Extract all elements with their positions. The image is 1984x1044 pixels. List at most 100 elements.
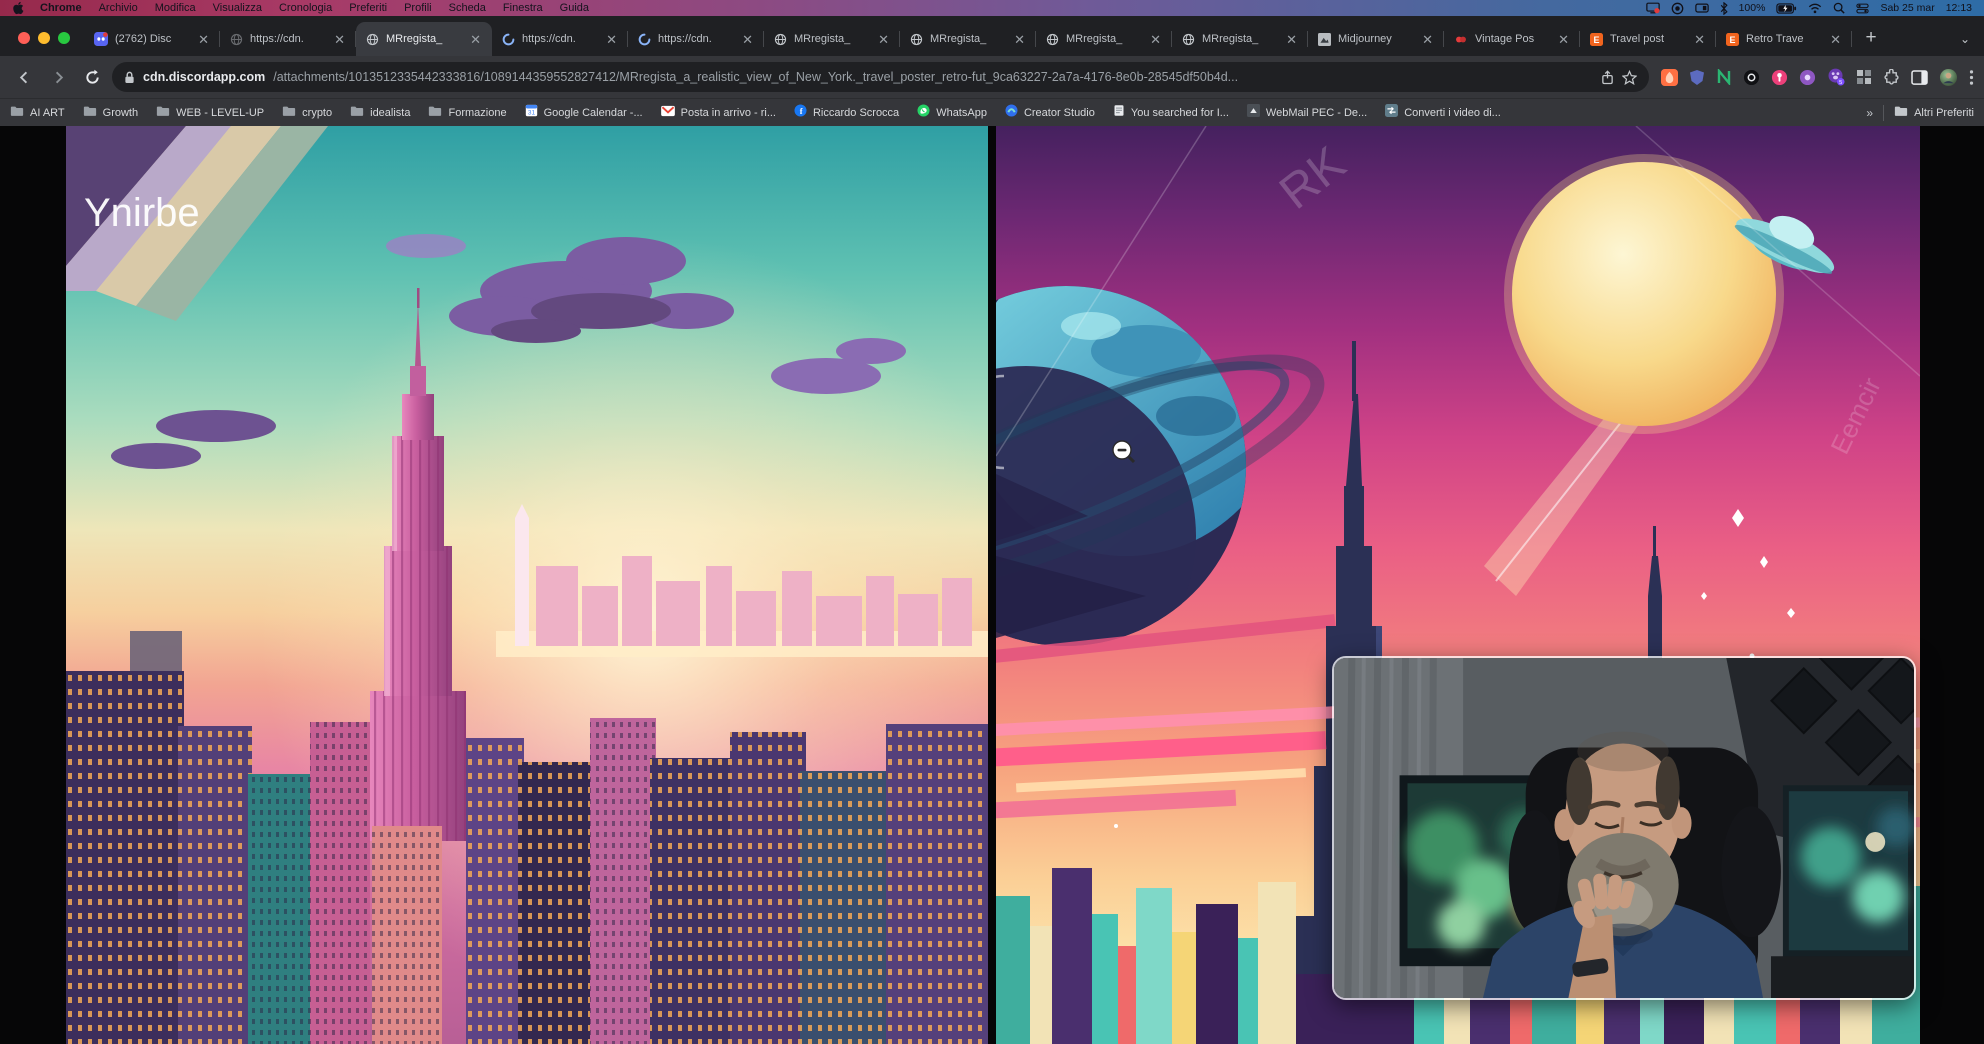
tab-close-icon[interactable]: ✕ (1419, 32, 1436, 47)
bookmark-growth[interactable]: Growth (83, 104, 138, 122)
extension-icon-blue-shield[interactable] (1689, 69, 1705, 86)
extension-icon-purple-circle[interactable] (1799, 69, 1816, 86)
convert-icon (1385, 104, 1398, 122)
bookmark-web-level-up[interactable]: WEB - LEVEL-UP (156, 104, 264, 122)
bookmark-whatsapp[interactable]: WhatsApp (917, 104, 987, 122)
thin-tower (515, 504, 529, 646)
bookmark-idealista[interactable]: idealista (350, 104, 410, 122)
back-button[interactable] (10, 63, 38, 91)
chrome-tab-strip: (2762) Disc✕https://cdn.✕MRregista_✕http… (0, 16, 1984, 56)
bookmark-webmail-pec-de[interactable]: WebMail PEC - De... (1247, 104, 1367, 122)
tab-close-icon[interactable]: ✕ (739, 32, 756, 47)
extension-icon-black-circle[interactable] (1743, 69, 1760, 86)
extension-icon-orange[interactable] (1661, 69, 1678, 86)
menu-item-profili[interactable]: Profili (404, 2, 432, 14)
tab-8[interactable]: MRregista_✕ (1172, 22, 1308, 56)
tab-6[interactable]: MRregista_✕ (900, 22, 1036, 56)
tab-close-icon[interactable]: ✕ (603, 32, 620, 47)
left-poster-image[interactable]: Ynirbe (66, 126, 988, 1044)
menu-app-name[interactable]: Chrome (40, 2, 82, 14)
bookmark-google-calendar[interactable]: 31Google Calendar -... (525, 104, 643, 122)
tab-close-icon[interactable]: ✕ (1283, 32, 1300, 47)
extension-icon-green[interactable] (1716, 69, 1732, 85)
new-tab-button[interactable]: + (1856, 23, 1886, 53)
bookmark-creator-studio[interactable]: Creator Studio (1005, 104, 1095, 122)
side-panel-icon[interactable] (1911, 70, 1928, 85)
bookmark-posta-in-arrivo-ri[interactable]: Posta in arrivo - ri... (661, 104, 776, 122)
record-stop-icon[interactable] (1671, 2, 1684, 15)
bookmark-ai-art[interactable]: AI ART (10, 104, 65, 122)
bookmark-label: crypto (302, 107, 332, 119)
window-minimize-button[interactable] (38, 32, 50, 44)
menu-item-archivio[interactable]: Archivio (99, 2, 138, 14)
window-close-button[interactable] (18, 32, 30, 44)
tab-close-icon[interactable]: ✕ (467, 32, 484, 47)
bookmarks-overflow-chevron[interactable]: » (1866, 106, 1873, 120)
menu-bar-clock[interactable]: 12:13 (1946, 2, 1972, 14)
window-zoom-button[interactable] (58, 32, 70, 44)
gcal-icon: 31 (525, 104, 538, 122)
red-badge-favicon-icon (1454, 33, 1468, 46)
tab-5[interactable]: MRregista_✕ (764, 22, 900, 56)
forward-button[interactable] (44, 63, 72, 91)
reload-button[interactable] (78, 63, 106, 91)
bluetooth-icon[interactable] (1720, 2, 1728, 15)
tab-10[interactable]: Vintage Pos✕ (1444, 22, 1580, 56)
tab-12[interactable]: ERetro Trave✕ (1716, 22, 1852, 56)
screen-share-icon[interactable] (1646, 2, 1660, 14)
wifi-icon[interactable] (1808, 3, 1822, 14)
extension-icon-grid[interactable] (1856, 69, 1872, 85)
menu-item-modifica[interactable]: Modifica (155, 2, 196, 14)
tab-search-chevron[interactable]: ⌄ (1960, 32, 1970, 46)
extension-icon-purple-paw[interactable]: 5 (1827, 68, 1845, 86)
left-poster-art: Ynirbe (66, 126, 988, 1044)
bookmark-crypto[interactable]: crypto (282, 104, 332, 122)
profile-avatar[interactable] (1939, 68, 1958, 87)
tab-close-icon[interactable]: ✕ (875, 32, 892, 47)
menu-item-finestra[interactable]: Finestra (503, 2, 543, 14)
extension-icon-pink-key[interactable] (1771, 69, 1788, 86)
tab-2-active[interactable]: MRregista_ ✕ (356, 22, 492, 56)
tab-9[interactable]: Midjourney✕ (1308, 22, 1444, 56)
bookmark-you-searched-for-i[interactable]: You searched for I... (1113, 104, 1229, 122)
tab-close-icon[interactable]: ✕ (1555, 32, 1572, 47)
tab-label: MRregista_ (386, 33, 460, 45)
menu-bar-date[interactable]: Sab 25 mar (1880, 2, 1934, 14)
tab-3[interactable]: https://cdn.✕ (492, 22, 628, 56)
display-icon[interactable] (1695, 3, 1709, 14)
bookmark-converti-i-video-di[interactable]: Converti i video di... (1385, 104, 1501, 122)
other-bookmarks-folder[interactable]: Altri Preferiti (1894, 104, 1974, 122)
control-center-icon[interactable] (1856, 3, 1869, 14)
etsy-favicon-icon: E (1590, 33, 1603, 46)
tab-close-icon[interactable]: ✕ (1827, 32, 1844, 47)
tab-0[interactable]: (2762) Disc✕ (84, 22, 220, 56)
apple-logo-icon[interactable] (12, 1, 24, 15)
menu-item-scheda[interactable]: Scheda (449, 2, 486, 14)
bookmark-label: WEB - LEVEL-UP (176, 107, 264, 119)
menu-item-cronologia[interactable]: Cronologia (279, 2, 332, 14)
address-bar[interactable]: cdn.discordapp.com/attachments/101351233… (112, 62, 1649, 92)
tab-close-icon[interactable]: ✕ (1147, 32, 1164, 47)
share-icon[interactable] (1601, 70, 1614, 85)
tab-7[interactable]: MRregista_✕ (1036, 22, 1172, 56)
tab-label: Retro Trave (1746, 33, 1820, 45)
bookmark-formazione[interactable]: Formazione (428, 104, 506, 122)
tab-close-icon[interactable]: ✕ (1691, 32, 1708, 47)
menu-item-visualizza[interactable]: Visualizza (213, 2, 262, 14)
tab-11[interactable]: ETravel post✕ (1580, 22, 1716, 56)
tab-close-icon[interactable]: ✕ (195, 32, 212, 47)
menu-items: Archivio Modifica Visualizza Cronologia Pref… (99, 2, 606, 14)
tab-1[interactable]: https://cdn.✕ (220, 22, 356, 56)
tab-close-icon[interactable]: ✕ (331, 32, 348, 47)
bookmark-star-icon[interactable] (1622, 70, 1637, 85)
zoom-out-cursor (1110, 438, 1134, 462)
tab-close-icon[interactable]: ✕ (1011, 32, 1028, 47)
menu-item-preferiti[interactable]: Preferiti (349, 2, 387, 14)
tab-4[interactable]: https://cdn.✕ (628, 22, 764, 56)
extensions-puzzle-icon[interactable] (1883, 69, 1900, 86)
menu-item-guida[interactable]: Guida (560, 2, 589, 14)
bookmark-riccardo-scrocca[interactable]: fRiccardo Scrocca (794, 104, 899, 122)
spotlight-search-icon[interactable] (1833, 2, 1845, 14)
gmail-icon (661, 104, 675, 122)
kebab-menu-icon[interactable] (1969, 69, 1974, 86)
